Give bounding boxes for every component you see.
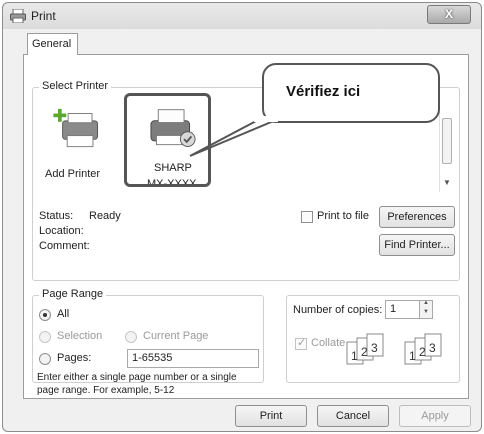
collate-checkbox[interactable] — [295, 336, 307, 350]
svg-text:1: 1 — [409, 349, 416, 363]
pages-label: Pages: — [57, 352, 92, 364]
svg-text:2: 2 — [419, 345, 426, 359]
spin-down-icon[interactable]: ▼ — [423, 309, 429, 315]
svg-text:3: 3 — [429, 341, 436, 355]
current-page-radio[interactable] — [125, 331, 137, 343]
pages-radio[interactable] — [39, 353, 51, 365]
current-page-label: Current Page — [143, 330, 209, 342]
callout-pointer — [189, 116, 278, 157]
print-to-file-label: Print to file — [317, 210, 369, 222]
all-pages-label: All — [57, 308, 70, 320]
page-range-group: Page Range All Selection Current Page Pa… — [32, 288, 264, 396]
print-to-file-checkbox[interactable] — [301, 211, 313, 223]
copies-spinner[interactable]: ▲ ▼ — [419, 300, 433, 319]
number-of-copies-label: Number of copies: — [293, 304, 383, 316]
collate-label: Collate — [311, 337, 346, 349]
svg-text:1: 1 — [351, 349, 358, 363]
title-bar: Print X — [3, 3, 481, 29]
printer-name: Add Printer — [45, 168, 101, 180]
close-button[interactable]: X — [427, 5, 471, 24]
find-printer-button[interactable]: Find Printer... — [379, 234, 455, 256]
scrollbar-thumb[interactable] — [442, 118, 452, 164]
scroll-down-icon[interactable]: ▼ — [443, 178, 451, 187]
printer-icon — [10, 9, 26, 23]
svg-text:3: 3 — [371, 341, 378, 355]
copies-group: Number of copies: 1 ▲ ▼ Collate 123 123 — [286, 295, 460, 383]
tab-general[interactable]: General — [27, 33, 78, 55]
status-label: Status: — [39, 210, 74, 222]
all-pages-radio[interactable] — [39, 309, 51, 321]
page-range-legend: Page Range — [39, 288, 107, 300]
preferences-button[interactable]: Preferences — [379, 206, 455, 228]
callout-text: Vérifiez ici — [286, 83, 361, 100]
page-range-help-line2: page range. For example, 5-12 — [37, 385, 175, 396]
cancel-button[interactable]: Cancel — [317, 405, 389, 427]
add-printer-icon — [53, 108, 99, 148]
comment-label: Comment: — [39, 240, 90, 252]
printer-list-scrollbar[interactable]: ▼ — [439, 100, 453, 192]
collate-pages-icon: 123 123 — [346, 333, 442, 365]
apply-button[interactable]: Apply — [399, 405, 471, 427]
printer-item-add[interactable]: Add Printer — [39, 100, 131, 192]
select-printer-legend: Select Printer — [39, 80, 112, 92]
page-range-help-line1: Enter either a single page number or a s… — [37, 372, 237, 383]
callout-bubble: Vérifiez ici — [262, 63, 440, 123]
svg-text:2: 2 — [361, 345, 368, 359]
selection-label: Selection — [57, 330, 103, 342]
window-title: Print — [31, 9, 56, 23]
spin-up-icon[interactable]: ▲ — [423, 300, 429, 306]
print-button[interactable]: Print — [235, 405, 307, 427]
location-label: Location: — [39, 225, 84, 237]
selection-radio[interactable] — [39, 331, 51, 343]
pages-input[interactable]: 1-65535 — [127, 349, 259, 368]
status-value: Ready — [89, 210, 121, 222]
